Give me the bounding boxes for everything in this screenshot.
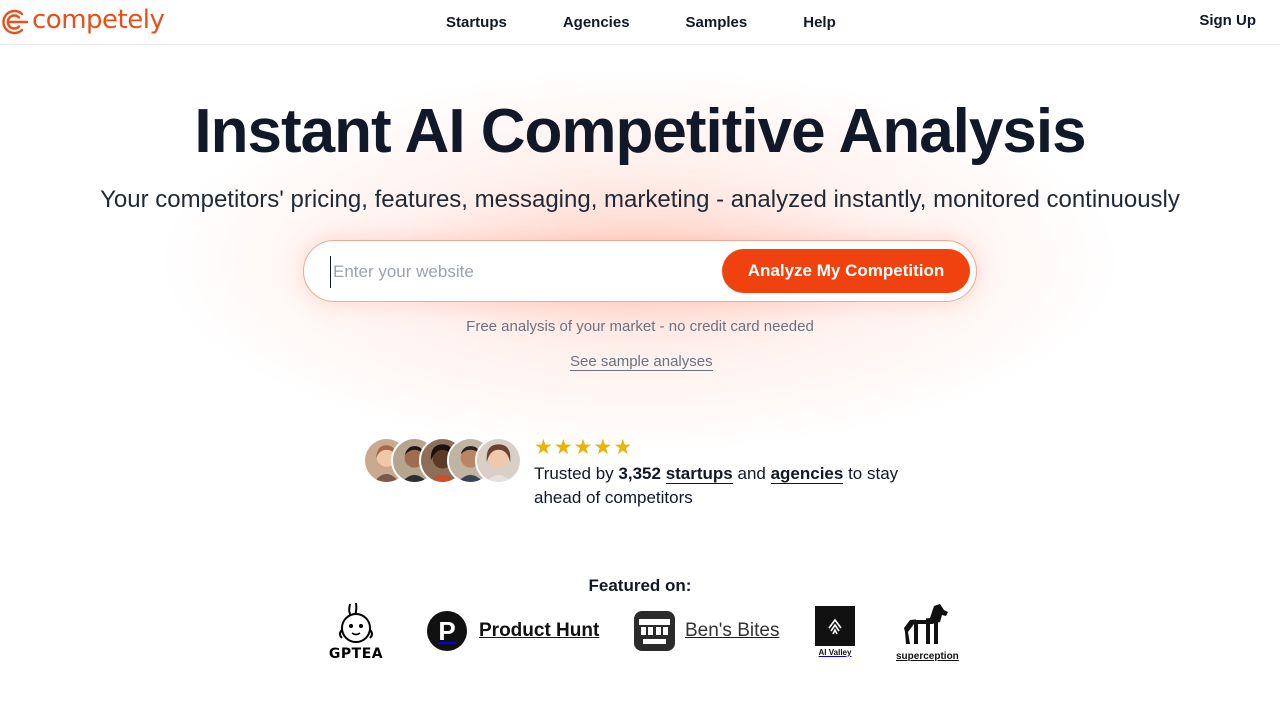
ai-valley-icon (815, 606, 855, 646)
rating-stars: ★ ★ ★ ★ ★ (534, 436, 632, 458)
website-search-form: Analyze My Competition (303, 240, 977, 302)
product-hunt-icon: P (427, 611, 467, 651)
signup-link[interactable]: Sign Up (1199, 12, 1256, 29)
analyze-button[interactable]: Analyze My Competition (722, 249, 970, 293)
bens-bites-logo[interactable]: Ben's Bites (634, 611, 779, 651)
gptea-logo[interactable]: GPTEA (325, 602, 387, 662)
gptea-mascot-icon (339, 602, 373, 643)
competely-logo-icon (2, 9, 29, 35)
customer-count: 3,352 (618, 464, 661, 483)
logo-text: competely (32, 5, 165, 35)
star-icon: ★ (613, 435, 633, 459)
nav-agencies[interactable]: Agencies (563, 14, 630, 31)
top-navbar: competely Startups Agencies Samples Help… (0, 0, 1280, 45)
agencies-link[interactable]: agencies (770, 464, 844, 484)
product-hunt-logo[interactable]: P Product Hunt (427, 611, 599, 651)
ai-valley-label: AI Valley (818, 648, 852, 657)
nav-startups[interactable]: Startups (446, 14, 507, 31)
nav-help[interactable]: Help (803, 14, 836, 31)
bens-bites-icon (634, 611, 675, 651)
trust-prefix: Trusted by (534, 464, 619, 483)
star-icon: ★ (593, 435, 613, 459)
trust-statement: Trusted by 3,352 startups and agencies t… (534, 462, 924, 510)
featured-title: Featured on: (588, 576, 692, 595)
main-nav: Startups Agencies Samples Help (446, 0, 892, 44)
ai-valley-logo[interactable]: AI Valley (815, 606, 855, 660)
gptea-label: GPTEA (328, 646, 384, 662)
nav-samples[interactable]: Samples (686, 14, 748, 31)
bens-bites-label: Ben's Bites (685, 620, 780, 641)
free-analysis-note: Free analysis of your market - no credit… (466, 318, 814, 335)
hero-title: Instant AI Competitive Analysis (194, 97, 1086, 166)
superception-logo[interactable]: superception (896, 602, 959, 662)
website-input[interactable] (330, 256, 710, 288)
product-hunt-label: Product Hunt (479, 620, 600, 641)
sample-analyses-link[interactable]: See sample analyses (570, 353, 713, 371)
avatar (475, 437, 522, 484)
star-icon: ★ (573, 435, 593, 459)
hero-subtitle: Your competitors' pricing, features, mes… (100, 186, 1180, 213)
superception-horse-icon (904, 604, 948, 644)
competely-logo[interactable]: competely (0, 5, 165, 39)
customer-avatars (363, 437, 523, 485)
superception-label: superception (896, 651, 959, 662)
startups-link[interactable]: startups (665, 464, 733, 484)
star-icon: ★ (553, 435, 573, 459)
star-icon: ★ (534, 435, 553, 459)
and-text: and (732, 464, 771, 483)
